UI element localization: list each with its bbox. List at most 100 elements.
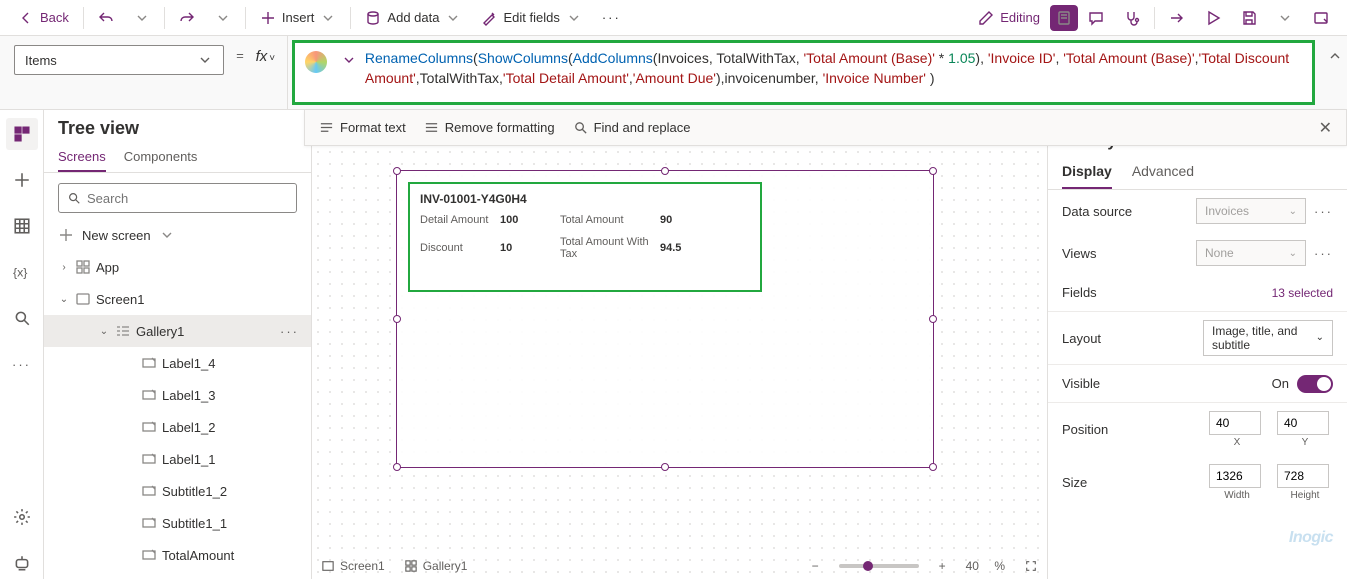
- notes-pill[interactable]: [1050, 5, 1078, 31]
- tree-search[interactable]: [58, 183, 297, 213]
- copilot-icon[interactable]: [305, 51, 327, 73]
- prop-label: Layout: [1062, 331, 1101, 346]
- back-button[interactable]: Back: [8, 4, 79, 32]
- zoom-slider[interactable]: [839, 564, 919, 568]
- tree-node-label1-2[interactable]: Label1_2: [44, 411, 311, 443]
- comments-button[interactable]: [1078, 4, 1114, 32]
- breadcrumb-screen[interactable]: Screen1: [322, 559, 385, 573]
- formula-text[interactable]: RenameColumns(ShowColumns(AddColumns(Inv…: [365, 49, 1302, 89]
- rail-settings[interactable]: [6, 501, 38, 533]
- find-replace-button[interactable]: Find and replace: [573, 120, 691, 135]
- tree-node-label: TotalAmount: [162, 548, 234, 563]
- save-dropdown[interactable]: [1267, 4, 1303, 32]
- resize-handle[interactable]: [661, 167, 669, 175]
- label-icon: [142, 452, 156, 466]
- prop-position: Position X Y: [1048, 403, 1347, 456]
- position-y-input[interactable]: [1277, 411, 1329, 435]
- add-data-button[interactable]: Add data: [355, 4, 471, 32]
- prop-views: Views None⌄ ···: [1048, 232, 1347, 274]
- breadcrumb-gallery[interactable]: Gallery1: [405, 559, 468, 573]
- resize-handle[interactable]: [929, 315, 937, 323]
- tree-node-label1-1[interactable]: Label1_1: [44, 443, 311, 475]
- redo-button[interactable]: [169, 4, 205, 32]
- rail-search[interactable]: [6, 302, 38, 334]
- undo-dropdown[interactable]: [124, 4, 160, 32]
- gallery-item-card[interactable]: INV-01001-Y4G0H4 Detail Amount 100 Total…: [408, 182, 762, 292]
- chevron-down-icon: [320, 10, 336, 26]
- tree-node-totalamount[interactable]: TotalAmount: [44, 539, 311, 571]
- tree-node-label1-4[interactable]: Label1_4: [44, 347, 311, 379]
- separator: [350, 7, 351, 29]
- views-more[interactable]: ···: [1314, 246, 1333, 261]
- position-x-input[interactable]: [1209, 411, 1261, 435]
- resize-handle[interactable]: [929, 463, 937, 471]
- fields-edit-link[interactable]: 13 selected: [1272, 286, 1333, 300]
- tree-node-label1-3[interactable]: Label1_3: [44, 379, 311, 411]
- size-width-input[interactable]: [1209, 464, 1261, 488]
- close-format-bar-button[interactable]: ✕: [1319, 118, 1332, 138]
- more-button[interactable]: ···: [592, 4, 631, 32]
- tree-node-subtitle1-2[interactable]: Subtitle1_2: [44, 475, 311, 507]
- chevron-right-icon: ›: [58, 262, 70, 273]
- rail-tree-view[interactable]: [6, 118, 38, 150]
- gallery-icon: [116, 324, 130, 338]
- fit-screen-button[interactable]: [1025, 560, 1037, 572]
- save-button[interactable]: [1231, 4, 1267, 32]
- data-source-more[interactable]: ···: [1314, 204, 1333, 219]
- edit-fields-button[interactable]: Edit fields: [471, 4, 591, 32]
- rail-insert[interactable]: [6, 164, 38, 196]
- resize-handle[interactable]: [393, 315, 401, 323]
- views-select[interactable]: None⌄: [1196, 240, 1306, 266]
- label-icon: [142, 420, 156, 434]
- expand-formula-button[interactable]: [1323, 36, 1347, 64]
- rail-variables[interactable]: {x}: [6, 256, 38, 288]
- visible-toggle[interactable]: [1297, 375, 1333, 393]
- share-button[interactable]: [1159, 4, 1195, 32]
- tree-search-input[interactable]: [87, 191, 288, 206]
- tab-screens[interactable]: Screens: [58, 143, 106, 172]
- remove-formatting-button[interactable]: Remove formatting: [424, 120, 555, 135]
- resize-handle[interactable]: [393, 463, 401, 471]
- chevron-up-icon: [1327, 48, 1343, 64]
- tab-advanced[interactable]: Advanced: [1132, 157, 1194, 189]
- resize-handle[interactable]: [929, 167, 937, 175]
- prop-layout: Layout Image, title, and subtitle⌄: [1048, 312, 1347, 365]
- resize-handle[interactable]: [393, 167, 401, 175]
- canvas[interactable]: INV-01001-Y4G0H4 Detail Amount 100 Total…: [312, 110, 1047, 579]
- editing-mode-button[interactable]: Editing: [968, 4, 1050, 32]
- ellipsis-icon: ···: [602, 10, 621, 25]
- layout-select[interactable]: Image, title, and subtitle⌄: [1203, 320, 1333, 356]
- insert-button[interactable]: Insert: [250, 4, 347, 32]
- rail-ask-question[interactable]: [6, 547, 38, 579]
- label-icon: [142, 548, 156, 562]
- property-selector[interactable]: Items: [14, 45, 224, 75]
- separator: [287, 36, 288, 109]
- tab-components[interactable]: Components: [124, 143, 198, 172]
- tree-node-subtitle1-1[interactable]: Subtitle1_1: [44, 507, 311, 539]
- play-button[interactable]: [1195, 4, 1231, 32]
- publish-button[interactable]: [1303, 4, 1339, 32]
- formula-bar[interactable]: RenameColumns(ShowColumns(AddColumns(Inv…: [292, 40, 1315, 105]
- prop-label: Visible: [1062, 376, 1100, 391]
- tree-node-app[interactable]: › App: [44, 251, 311, 283]
- new-screen-button[interactable]: New screen: [58, 227, 297, 243]
- tree-node-screen1[interactable]: ⌄ Screen1: [44, 283, 311, 315]
- tab-display[interactable]: Display: [1062, 157, 1112, 189]
- chevron-down-icon[interactable]: [341, 52, 357, 68]
- format-text-button[interactable]: Format text: [319, 120, 406, 135]
- fx-label[interactable]: fx˅: [252, 36, 284, 66]
- tree-node-gallery1[interactable]: ⌄ Gallery1 ···: [44, 315, 311, 347]
- tree-node-label: Subtitle1_2: [162, 484, 227, 499]
- prop-label: Fields: [1062, 285, 1097, 300]
- zoom-out-button[interactable]: −: [812, 559, 819, 573]
- rail-data[interactable]: [6, 210, 38, 242]
- size-height-input[interactable]: [1277, 464, 1329, 488]
- node-menu-button[interactable]: ···: [280, 324, 299, 339]
- undo-button[interactable]: [88, 4, 124, 32]
- data-source-select[interactable]: Invoices⌄: [1196, 198, 1306, 224]
- zoom-in-button[interactable]: +: [939, 559, 946, 573]
- rail-more[interactable]: ···: [6, 348, 38, 380]
- checker-button[interactable]: [1114, 4, 1150, 32]
- resize-handle[interactable]: [661, 463, 669, 471]
- redo-dropdown[interactable]: [205, 4, 241, 32]
